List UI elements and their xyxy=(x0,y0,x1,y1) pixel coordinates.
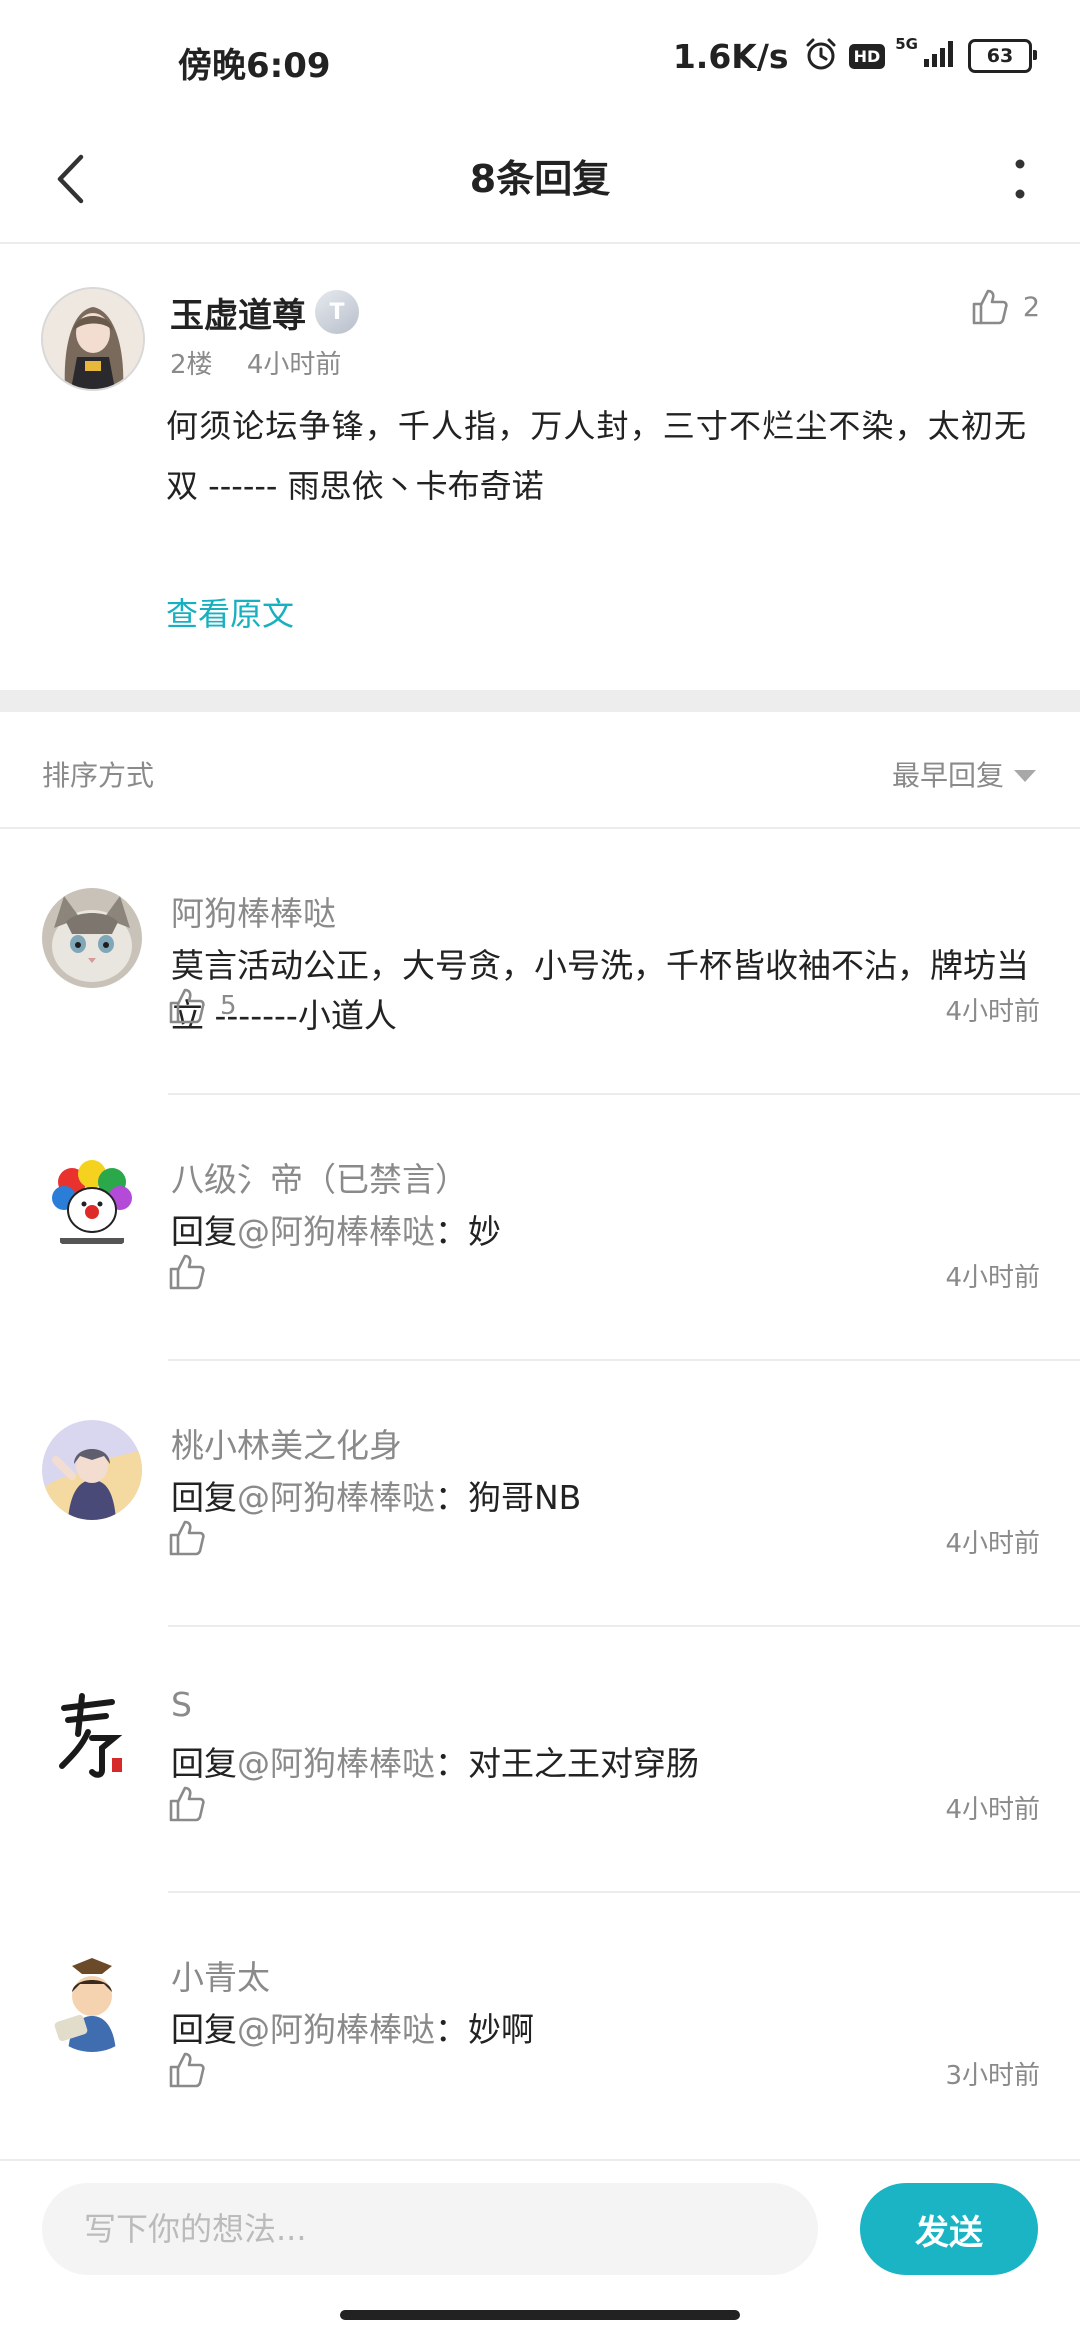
floor-number: 2楼 xyxy=(170,350,213,380)
reply-item: 八级氵帝（已禁言） 回复@阿狗棒棒哒：妙 4小时前 xyxy=(0,1095,1080,1361)
reply-author-name[interactable]: S xyxy=(171,1685,192,1724)
reply-item: S 回复@阿狗棒棒哒：对王之王对穿肠 4小时前 xyxy=(0,1627,1080,1893)
avatar[interactable] xyxy=(42,1420,142,1520)
comment-composer: 发送 xyxy=(0,2159,1080,2342)
reply-time: 4小时前 xyxy=(945,1529,1040,1559)
reply-prefix: 回复 xyxy=(171,2010,237,2049)
nav-bar: 8条回复 xyxy=(0,120,1080,244)
home-indicator[interactable] xyxy=(340,2310,740,2320)
main-post: 玉虚道尊 T 2 2楼 4小时前 何须论坛争锋，千人指，万人封，三寸不烂尘不染，… xyxy=(0,244,1080,690)
reply-mention[interactable]: @阿狗棒棒哒 xyxy=(237,1212,435,1251)
avatar[interactable] xyxy=(42,1952,142,2052)
status-bar: 傍晚6:09 1.6K/s HD 5G 63 xyxy=(0,0,1080,125)
avatar[interactable] xyxy=(42,1686,142,1786)
rank-badge: T xyxy=(315,290,359,334)
post-time: 4小时前 xyxy=(246,350,342,380)
reply-item: 小青太 回复@阿狗棒棒哒：妙啊 3小时前 xyxy=(0,1893,1080,2159)
reply-time: 4小时前 xyxy=(945,1263,1040,1293)
sort-dropdown[interactable]: 最早回复 xyxy=(892,754,1036,794)
reply-like-button[interactable]: 5 xyxy=(168,987,237,1025)
send-button[interactable]: 发送 xyxy=(860,2183,1038,2275)
like-count: 5 xyxy=(220,991,237,1021)
sort-label: 排序方式 xyxy=(42,759,155,792)
reply-content: 回复@阿狗棒棒哒：对王之王对穿肠 xyxy=(171,1739,1041,1789)
reply-time: 3小时前 xyxy=(945,2061,1040,2091)
thumbs-up-icon xyxy=(169,1786,205,1822)
avatar[interactable] xyxy=(42,888,142,988)
thumbs-up-icon xyxy=(169,1520,205,1556)
thumbs-up-icon xyxy=(972,289,1008,325)
reply-item: 阿狗棒棒哒 莫言活动公正，大号贪，小号洗，千杯皆收袖不沾，牌坊当立 ------… xyxy=(0,829,1080,1095)
reply-mention[interactable]: @阿狗棒棒哒 xyxy=(237,1744,435,1783)
reply-like-button[interactable] xyxy=(168,1253,220,1291)
post-like-button[interactable]: 2 xyxy=(971,288,1040,326)
avatar-image xyxy=(42,1952,142,2052)
sort-selected-value: 最早回复 xyxy=(891,759,1004,792)
reply-text: ：对王之王对穿肠 xyxy=(435,1744,699,1783)
status-time: 傍晚6:09 xyxy=(178,46,331,86)
reply-mention[interactable]: @阿狗棒棒哒 xyxy=(237,1478,435,1517)
reply-content: 回复@阿狗棒棒哒：妙 xyxy=(171,1207,1041,1257)
avatar-image xyxy=(42,1686,142,1786)
hd-icon: HD xyxy=(848,43,886,69)
section-divider xyxy=(0,690,1080,712)
reply-like-button[interactable] xyxy=(168,1519,220,1557)
view-original-link[interactable]: 查看原文 xyxy=(166,589,294,635)
reply-text: ：妙啊 xyxy=(435,2010,534,2049)
reply-text: 莫言活动公正，大号贪，小号洗，千杯皆收袖不沾，牌坊当立 -------小道人 xyxy=(171,946,1029,1035)
more-vertical-icon xyxy=(1015,159,1025,199)
battery-icon: 63 xyxy=(968,39,1037,73)
reply-content: 莫言活动公正，大号贪，小号洗，千杯皆收袖不沾，牌坊当立 -------小道人 xyxy=(171,941,1041,1041)
reply-time: 4小时前 xyxy=(945,1795,1040,1825)
reply-like-button[interactable] xyxy=(168,1785,220,1823)
reply-prefix: 回复 xyxy=(171,1478,237,1517)
reply-author-name[interactable]: 八级氵帝（已禁言） xyxy=(171,1153,468,1201)
reply-item: 桃小林美之化身 回复@阿狗棒棒哒：狗哥NB 4小时前 xyxy=(0,1361,1080,1627)
avatar-image xyxy=(42,1154,142,1254)
post-meta: 2楼 4小时前 xyxy=(170,344,367,381)
reply-prefix: 回复 xyxy=(171,1212,237,1251)
reply-prefix: 回复 xyxy=(171,1744,237,1783)
reply-list: 阿狗棒棒哒 莫言活动公正，大号贪，小号洗，千杯皆收袖不沾，牌坊当立 ------… xyxy=(0,829,1080,2159)
alarm-icon xyxy=(803,36,839,76)
status-icons: 1.6K/s HD 5G 63 xyxy=(672,35,1037,76)
avatar-image xyxy=(42,1420,142,1520)
post-content: 何须论坛争锋，千人指，万人封，三寸不烂尘不染，太初无双 ------ 雨思依丶卡… xyxy=(166,407,1026,505)
reply-author-name[interactable]: 桃小林美之化身 xyxy=(171,1419,402,1467)
caret-down-icon xyxy=(1014,770,1036,782)
reply-author-name[interactable]: 小青太 xyxy=(171,1951,270,1999)
page-title: 8条回复 xyxy=(469,157,611,201)
reply-content: 回复@阿狗棒棒哒：妙啊 xyxy=(171,2005,1041,2055)
comment-input[interactable] xyxy=(42,2183,818,2275)
thumbs-up-icon xyxy=(169,2052,205,2088)
reply-mention[interactable]: @阿狗棒棒哒 xyxy=(237,2010,435,2049)
network-type-label: 5G xyxy=(895,35,918,53)
network-speed: 1.6K/s xyxy=(672,36,789,76)
like-count: 2 xyxy=(1022,291,1040,323)
avatar[interactable] xyxy=(42,1154,142,1254)
reply-like-button[interactable] xyxy=(168,2051,220,2089)
avatar[interactable] xyxy=(41,287,145,391)
post-author-name[interactable]: 玉虚道尊 xyxy=(170,288,306,337)
reply-text: ：狗哥NB xyxy=(435,1478,582,1517)
signal-icon xyxy=(922,39,958,73)
thumbs-up-icon xyxy=(169,1254,205,1290)
sort-row: 排序方式 最早回复 xyxy=(0,712,1080,829)
reply-author-name[interactable]: 阿狗棒棒哒 xyxy=(171,887,336,935)
avatar-image xyxy=(43,289,143,389)
more-button[interactable] xyxy=(990,144,1050,214)
thumbs-up-icon xyxy=(169,988,205,1024)
reply-time: 4小时前 xyxy=(945,997,1040,1027)
reply-text: ：妙 xyxy=(435,1212,501,1251)
avatar-image xyxy=(42,888,142,988)
reply-content: 回复@阿狗棒棒哒：狗哥NB xyxy=(171,1473,1041,1523)
